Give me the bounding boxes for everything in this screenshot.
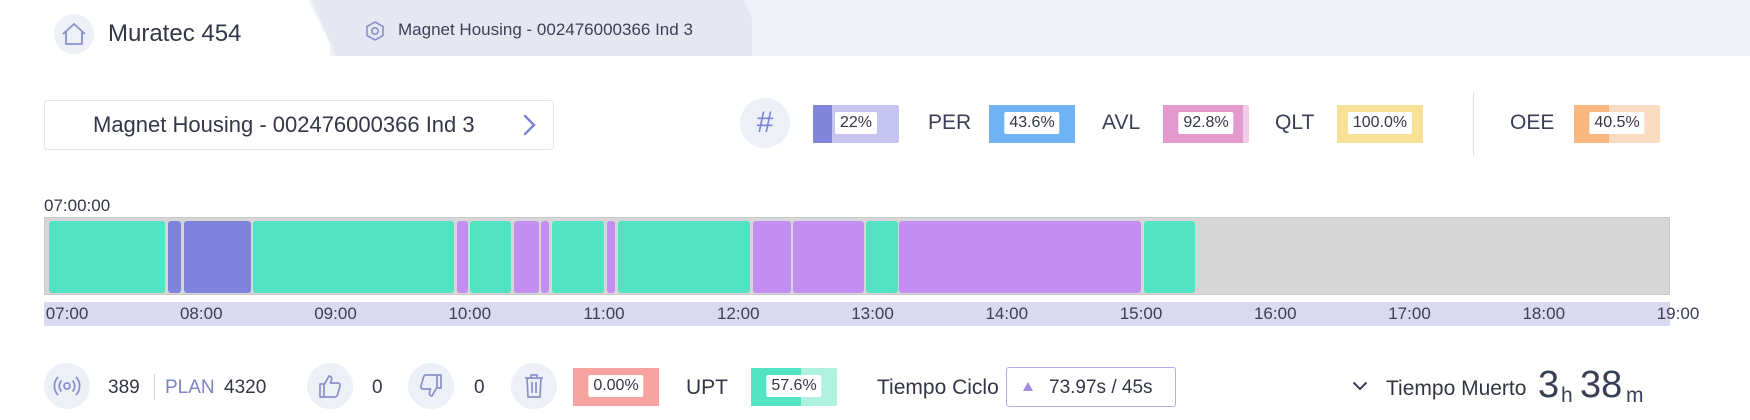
timeline-start-time: 07:00:00 <box>44 196 111 215</box>
avl-bar: 92.8% <box>1163 105 1249 143</box>
dead-time-hours-unit: h <box>1561 384 1573 407</box>
oee-value: 40.5% <box>1589 112 1645 134</box>
signal-icon <box>53 376 81 396</box>
upt-label: UPT <box>686 376 728 399</box>
chevron-right-icon <box>523 114 536 136</box>
count-separator <box>154 374 155 400</box>
bad-parts-count: 0 <box>474 377 485 398</box>
timeline-segment-stop[interactable] <box>606 221 616 293</box>
cycle-time-box: 73.97s / 45s <box>1006 367 1176 407</box>
plan-value: 4320 <box>224 377 267 398</box>
per-value: 43.6% <box>1004 112 1060 134</box>
home-icon <box>62 23 86 45</box>
count-percent-value: 22% <box>834 112 878 134</box>
timeline-segment-run[interactable] <box>48 221 165 293</box>
timeline-segment-stop[interactable] <box>793 221 864 293</box>
per-label: PER <box>928 111 972 134</box>
dead-time-hours: 3 <box>1538 364 1560 406</box>
hexagon-icon <box>366 21 384 41</box>
produced-count: 389 <box>108 377 140 398</box>
timeline-tick-label: 09:00 <box>314 304 357 323</box>
timeline-tick-label: 15:00 <box>1119 304 1163 323</box>
thumbs-down-icon <box>420 374 442 397</box>
cycle-time-label: Tiempo Ciclo <box>877 376 999 399</box>
scrap-percent-bar: 0.00% <box>573 368 659 406</box>
oee-bar: 40.5% <box>1574 105 1660 143</box>
good-parts-count: 0 <box>372 377 383 398</box>
timeline-tick-label: 07:00 <box>45 304 89 323</box>
avl-value: 92.8% <box>1178 112 1234 134</box>
scrap-percent-value: 0.00% <box>588 375 644 397</box>
dead-time-minutes: 38 <box>1580 364 1623 406</box>
timeline-tick-label: 18:00 <box>1522 304 1566 323</box>
scrap-button[interactable] <box>511 363 557 409</box>
qlt-bar: 100.0% <box>1337 105 1423 143</box>
home-button[interactable] <box>54 14 94 54</box>
tab-product-label: Magnet Housing - 002476000366 Ind 3 <box>398 20 693 39</box>
timeline-tick-label: 19:00 <box>1656 304 1700 323</box>
timeline-tick-label: 12:00 <box>716 304 760 323</box>
chevron-down-icon[interactable] <box>1352 380 1368 392</box>
trend-up-icon <box>1023 382 1033 391</box>
timeline-tick-label: 14:00 <box>985 304 1029 323</box>
timeline-segment-run[interactable] <box>1143 221 1195 293</box>
qlt-value: 100.0% <box>1347 112 1413 134</box>
timeline-tick-label: 08:00 <box>179 304 223 323</box>
timeline-segment-stop[interactable] <box>513 221 540 293</box>
timeline-segment-setup[interactable] <box>183 221 252 293</box>
dead-time-minutes-unit: m <box>1626 384 1644 407</box>
timeline-tick-label: 11:00 <box>583 304 625 323</box>
thumbs-up-icon <box>319 375 341 398</box>
timeline-segment-stop[interactable] <box>898 221 1141 293</box>
count-percent-fill <box>813 105 832 143</box>
plan-label: PLAN <box>165 377 215 398</box>
timeline-tick-label: 13:00 <box>851 304 894 323</box>
timeline-segment-setup[interactable] <box>167 221 182 293</box>
count-percent-bar: 22% <box>813 105 899 143</box>
timeline-segment-run[interactable] <box>252 221 455 293</box>
oee-label: OEE <box>1510 111 1555 134</box>
signal-button[interactable] <box>44 363 90 409</box>
timeline-segment-stop[interactable] <box>456 221 468 293</box>
timeline-segment-run[interactable] <box>866 221 898 293</box>
avl-label: AVL <box>1102 111 1141 134</box>
good-parts-button[interactable] <box>307 363 353 409</box>
timeline-segment-run[interactable] <box>470 221 511 293</box>
upt-bar: 57.6% <box>751 368 837 406</box>
cycle-time-value: 73.97s / 45s <box>1049 377 1153 398</box>
qlt-label: QLT <box>1275 111 1315 134</box>
dead-time-label: Tiempo Muerto <box>1386 377 1527 400</box>
timeline-segment-stop[interactable] <box>752 221 791 293</box>
upt-value: 57.6% <box>766 375 822 397</box>
hash-icon[interactable]: # <box>740 98 790 148</box>
product-selector[interactable]: Magnet Housing - 002476000366 Ind 3 <box>44 100 554 150</box>
per-bar: 43.6% <box>989 105 1075 143</box>
timeline-tick-label: 10:00 <box>448 304 492 323</box>
timeline-segment-run[interactable] <box>617 221 751 293</box>
product-selector-label: Magnet Housing - 002476000366 Ind 3 <box>93 112 475 137</box>
bad-parts-button[interactable] <box>408 363 454 409</box>
machine-title: Muratec 454 <box>108 20 242 47</box>
trash-icon <box>525 374 543 398</box>
timeline-tick-label: 17:00 <box>1388 304 1431 323</box>
timeline-segment-run[interactable] <box>551 221 605 293</box>
kpi-divider <box>1473 92 1474 156</box>
timeline-segment-stop[interactable] <box>540 221 549 293</box>
timeline-tick-label: 16:00 <box>1253 304 1297 323</box>
